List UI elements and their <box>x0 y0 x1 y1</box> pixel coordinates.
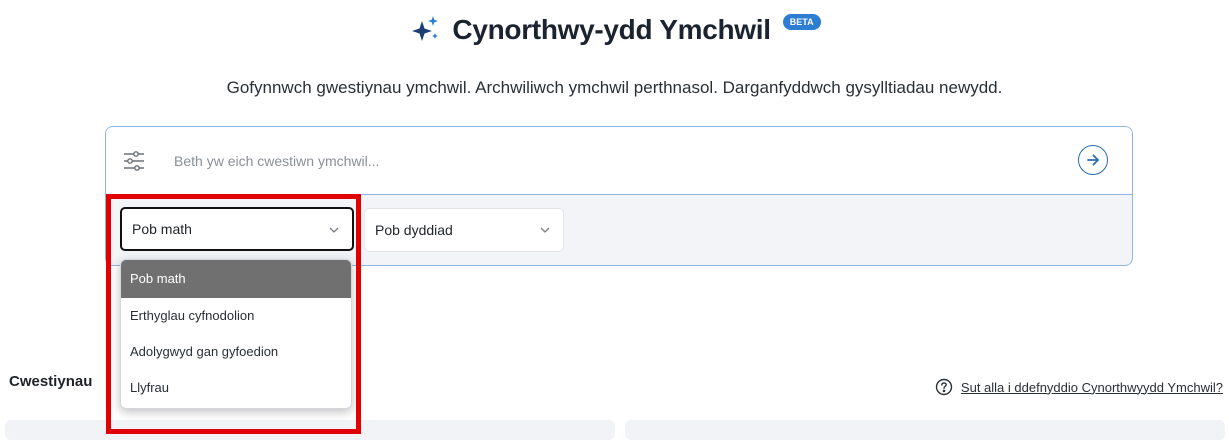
chevron-down-icon <box>329 227 339 233</box>
type-select-value: Pob math <box>132 221 192 237</box>
help-link[interactable]: Sut alla i ddefnyddio Cynorthwyydd Ymchw… <box>935 378 1223 396</box>
question-card[interactable] <box>625 420 1225 440</box>
date-select-value: Pob dyddiad <box>375 222 453 238</box>
question-circle-icon <box>935 378 953 396</box>
page-subtitle: Gofynnwch gwestiynau ymchwil. Archwiliwc… <box>226 78 1003 97</box>
page-title: Cynorthwy-ydd Ymchwil <box>452 14 771 45</box>
dropdown-option-erthyglau-cyfnodolion[interactable]: Erthyglau cyfnodolion <box>121 298 351 334</box>
page-header: Cynorthwy-ydd Ymchwil BETA <box>0 10 1229 50</box>
arrow-right-icon <box>1087 154 1099 166</box>
questions-heading: Cwestiynau <box>9 373 93 390</box>
search-panel: Pob math Pob dyddiad <box>105 126 1133 266</box>
chevron-down-icon <box>540 227 550 233</box>
question-card[interactable] <box>5 420 615 440</box>
sparkle-icon <box>412 16 439 41</box>
dropdown-option-adolygwyd-gan-gyfoedion[interactable]: Adolygwyd gan gyfoedion <box>121 334 351 370</box>
search-row <box>106 127 1132 195</box>
filter-sliders-icon[interactable] <box>122 149 146 173</box>
search-input[interactable] <box>172 147 1056 175</box>
dropdown-option-llyfrau[interactable]: Llyfrau <box>121 370 351 406</box>
date-select[interactable]: Pob dyddiad <box>364 208 564 252</box>
beta-badge: BETA <box>782 14 821 30</box>
dropdown-option-pob-math[interactable]: Pob math <box>121 260 351 298</box>
type-select[interactable]: Pob math <box>120 207 354 251</box>
help-link-text: Sut alla i ddefnyddio Cynorthwyydd Ymchw… <box>960 379 1223 395</box>
submit-button[interactable] <box>1078 145 1108 175</box>
type-dropdown-menu: Pob math Erthyglau cyfnodolion Adolygwyd… <box>120 259 352 409</box>
